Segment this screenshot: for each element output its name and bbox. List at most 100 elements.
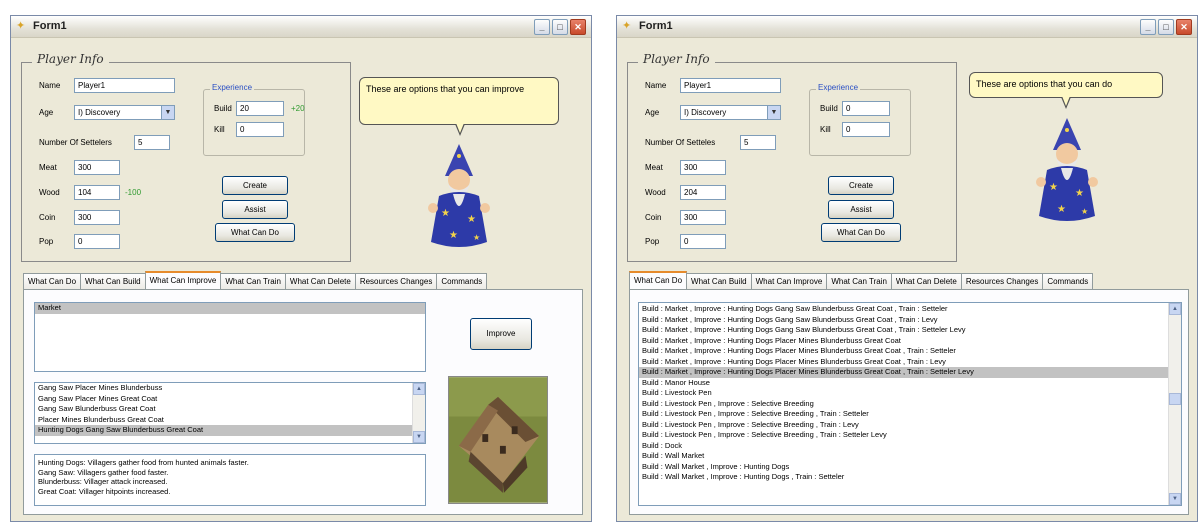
list-item[interactable]: Build : Market , Improve : Hunting Dogs … [639,304,1181,315]
list-scrollbar[interactable]: ▲ ▼ [1168,303,1181,505]
meat-input[interactable]: 300 [74,160,120,175]
player-info-legend: Player Info [638,52,715,66]
kill-input[interactable]: 0 [236,122,284,137]
list-item[interactable]: Market [35,303,425,314]
list-item[interactable]: Gang Saw Placer Mines Great Coat [35,394,425,405]
age-select[interactable]: I) Discovery ▼ [680,105,781,120]
settlers-input[interactable]: 5 [134,135,170,150]
what-can-do-button[interactable]: What Can Do [821,223,901,242]
wizard-icon: ★ ★ ★ ★ [428,144,490,247]
list-item[interactable]: Build : Livestock Pen , Improve : Select… [639,420,1181,431]
tab-what-can-build[interactable]: What Can Build [80,273,146,289]
list-item[interactable]: Gang Saw Blunderbuss Great Coat [35,404,425,415]
minimize-icon[interactable]: _ [534,19,550,35]
list-item[interactable]: Build : Livestock Pen [639,388,1181,399]
pop-input[interactable]: 0 [680,234,726,249]
minimize-icon[interactable]: _ [1140,19,1156,35]
coin-input[interactable]: 300 [74,210,120,225]
list-item[interactable]: Build : Dock [639,441,1181,452]
list-item-selected[interactable]: Build : Market , Improve : Hunting Dogs … [639,367,1181,378]
chevron-down-icon[interactable]: ▼ [161,106,174,119]
speech-bubble: These are options that you can improve [359,77,559,125]
create-button[interactable]: Create [828,176,894,195]
tab-what-can-do[interactable]: What Can Do [23,273,82,289]
list-item[interactable]: Placer Mines Blunderbuss Great Coat [35,415,425,426]
list-item[interactable]: Build : Livestock Pen , Improve : Select… [639,399,1181,410]
kill-input[interactable]: 0 [842,122,890,137]
tab-what-can-improve[interactable]: What Can Improve [144,271,222,289]
maximize-icon[interactable]: □ [1158,19,1174,35]
scroll-down-icon[interactable]: ▼ [1169,493,1181,505]
name-input[interactable]: Player1 [74,78,175,93]
close-icon[interactable]: ✕ [1176,19,1192,35]
tab-what-can-delete[interactable]: What Can Delete [890,273,962,289]
list-item-selected[interactable]: Hunting Dogs Gang Saw Blunderbuss Great … [35,425,425,436]
scroll-up-icon[interactable]: ▲ [1169,303,1181,315]
list-item[interactable]: Build : Livestock Pen , Improve : Select… [639,430,1181,441]
assist-button[interactable]: Assist [222,200,288,219]
pop-label: Pop [645,237,660,246]
chevron-down-icon[interactable]: ▼ [767,106,780,119]
tab-resources-changes[interactable]: Resources Changes [354,273,438,289]
what-can-do-list[interactable]: Build : Market , Improve : Hunting Dogs … [638,302,1182,506]
tab-what-can-do[interactable]: What Can Do [629,271,688,289]
build-delta: +20 [291,104,305,113]
buildings-list[interactable]: Market [34,302,426,372]
improve-button[interactable]: Improve [470,318,532,350]
build-input[interactable]: 0 [842,101,890,116]
tab-resources-changes[interactable]: Resources Changes [960,273,1044,289]
pop-input[interactable]: 0 [74,234,120,249]
tab-what-can-train[interactable]: What Can Train [220,273,286,289]
title-bar[interactable]: ✦ Form1 _ □ ✕ [11,16,591,38]
age-select[interactable]: I) Discovery ▼ [74,105,175,120]
close-icon[interactable]: ✕ [570,19,586,35]
list-item[interactable]: Gang Saw Placer Mines Blunderbuss [35,383,425,394]
tab-commands[interactable]: Commands [436,273,488,289]
title-bar[interactable]: ✦ Form1 _ □ ✕ [617,16,1197,38]
assist-button[interactable]: Assist [828,200,894,219]
build-input[interactable]: 20 [236,101,284,116]
list-item[interactable]: Build : Market , Improve : Hunting Dogs … [639,315,1181,326]
kill-label: Kill [214,125,225,134]
name-label: Name [39,81,61,90]
list-item[interactable]: Build : Livestock Pen , Improve : Select… [639,409,1181,420]
tab-commands[interactable]: Commands [1042,273,1094,289]
settlers-input[interactable]: 5 [740,135,776,150]
pop-label: Pop [39,237,54,246]
settlers-label: Number Of Settelers [39,138,112,147]
improve-options-list[interactable]: Gang Saw Placer Mines Blunderbuss Gang S… [34,382,426,444]
tab-what-can-train[interactable]: What Can Train [826,273,892,289]
name-input[interactable]: Player1 [680,78,781,93]
wizard-icon: ★ ★ ★ ★ [1036,118,1098,221]
wood-delta: -100 [125,188,142,197]
scroll-thumb[interactable] [1169,393,1181,405]
what-can-do-button[interactable]: What Can Do [215,223,295,242]
tab-what-can-delete[interactable]: What Can Delete [284,273,356,289]
list-item[interactable]: Build : Wall Market [639,451,1181,462]
improve-tab-panel: Market Improve Gang Saw Placer Mines Blu… [23,289,583,515]
scroll-up-icon[interactable]: ▲ [413,383,425,395]
create-button[interactable]: Create [222,176,288,195]
list-item[interactable]: Build : Market , Improve : Hunting Dogs … [639,325,1181,336]
svg-text:★: ★ [1057,204,1066,215]
list-item[interactable]: Build : Market , Improve : Hunting Dogs … [639,357,1181,368]
svg-text:★: ★ [1075,188,1084,199]
wood-input[interactable]: 204 [680,185,726,200]
list-item[interactable]: Build : Wall Market , Improve : Hunting … [639,462,1181,473]
app-icon: ✦ [16,20,26,32]
list-item[interactable]: Build : Wall Market , Improve : Hunting … [639,472,1181,483]
tab-what-can-improve[interactable]: What Can Improve [750,273,828,289]
list-item[interactable]: Build : Market , Improve : Hunting Dogs … [639,336,1181,347]
scroll-down-icon[interactable]: ▼ [413,431,425,443]
description-line: Great Coat: Villager hitpoints increased… [38,486,171,496]
maximize-icon[interactable]: □ [552,19,568,35]
coin-input[interactable]: 300 [680,210,726,225]
options-scrollbar[interactable]: ▲ ▼ [412,383,425,443]
age-label: Age [39,108,54,117]
meat-input[interactable]: 300 [680,160,726,175]
list-item[interactable]: Build : Market , Improve : Hunting Dogs … [639,346,1181,357]
wood-input[interactable]: 104 [74,185,120,200]
list-item[interactable]: Build : Manor House [639,378,1181,389]
tab-what-can-build[interactable]: What Can Build [686,273,752,289]
svg-text:★: ★ [1049,182,1058,193]
